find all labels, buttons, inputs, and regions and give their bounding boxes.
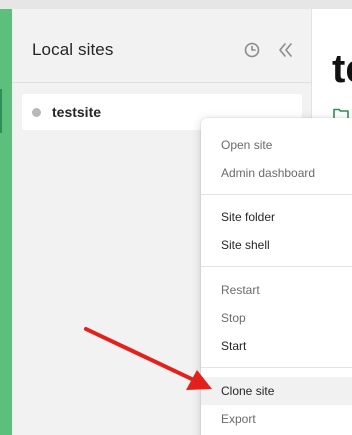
menu-separator (201, 367, 352, 368)
menu-item-site-shell[interactable]: Site shell (201, 231, 352, 259)
site-context-menu: Open site Admin dashboard Site folder Si… (201, 118, 352, 435)
site-name: testsite (52, 104, 102, 120)
sidebar-header: Local sites (12, 9, 312, 83)
double-chevron-left-icon[interactable] (276, 41, 294, 59)
menu-item-start[interactable]: Start (201, 332, 352, 360)
menu-item-stop[interactable]: Stop (201, 304, 352, 332)
menu-separator (201, 266, 352, 267)
title-bar (0, 0, 352, 9)
menu-item-admin-dashboard[interactable]: Admin dashboard (201, 159, 352, 187)
clock-icon[interactable] (243, 41, 261, 59)
menu-separator (201, 194, 352, 195)
sidebar-title: Local sites (32, 40, 114, 59)
left-rail (0, 9, 12, 435)
menu-item-clone-site[interactable]: Clone site (201, 377, 352, 405)
site-title: te (332, 47, 352, 91)
menu-item-site-folder[interactable]: Site folder (201, 203, 352, 231)
menu-item-export[interactable]: Export (201, 405, 352, 433)
menu-item-open-site[interactable]: Open site (201, 131, 352, 159)
menu-item-restart[interactable]: Restart (201, 276, 352, 304)
app-window: Local sites testsite te S S W P P (0, 0, 352, 435)
site-status-dot (32, 108, 41, 117)
rail-active-indicator (0, 89, 2, 133)
